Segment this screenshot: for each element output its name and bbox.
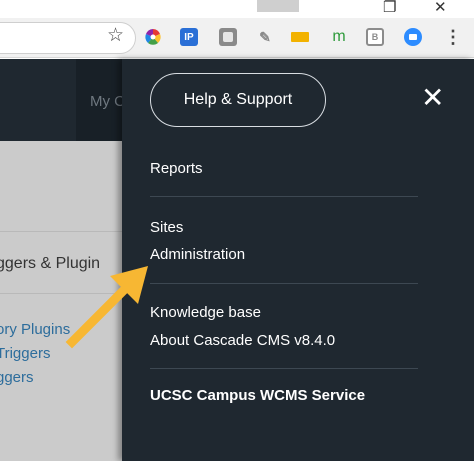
- pencil-icon[interactable]: ✎: [256, 28, 274, 46]
- m-icon[interactable]: m: [330, 28, 348, 46]
- menu-divider: [150, 196, 418, 197]
- nav-link-my-content[interactable]: My C: [90, 93, 125, 110]
- titlebar-tab-fragment[interactable]: [257, 0, 299, 12]
- menu-item-administration[interactable]: Administration: [150, 246, 245, 263]
- ip-icon[interactable]: IP: [180, 28, 198, 46]
- close-window-icon[interactable]: ✕: [434, 0, 447, 16]
- tile-icon[interactable]: [219, 28, 237, 46]
- section-heading: ggers & Plugin: [0, 255, 101, 272]
- tile-icon-inner: [223, 32, 233, 42]
- menu-divider: [150, 283, 418, 284]
- link-factory-plugins[interactable]: ory Plugins: [0, 321, 70, 338]
- color-wheel-icon[interactable]: [144, 28, 162, 46]
- menu-item-reports[interactable]: Reports: [150, 160, 203, 177]
- help-support-button[interactable]: Help & Support: [150, 73, 326, 127]
- window-titlebar: ❐ ✕: [0, 0, 474, 18]
- menu-item-sites[interactable]: Sites: [150, 219, 183, 236]
- link-triggers[interactable]: Triggers: [0, 345, 50, 362]
- menu-item-knowledge-base[interactable]: Knowledge base: [150, 304, 261, 321]
- ruler-icon[interactable]: [291, 32, 309, 42]
- bi-icon[interactable]: B: [366, 28, 384, 46]
- browser-menu-icon[interactable]: ⋮: [444, 27, 462, 47]
- browser-toolbar: ☆ IP ✎ m B ⋮: [0, 18, 474, 58]
- link-triggers-2[interactable]: ggers: [0, 369, 34, 386]
- restore-window-icon[interactable]: ❐: [383, 0, 396, 16]
- close-icon[interactable]: ✕: [421, 83, 444, 113]
- screenshot-root: ❐ ✕ ☆ IP ✎ m B ⋮ My C ggers & Plugin ory…: [0, 0, 474, 461]
- menu-item-ucsc-campus-wcms[interactable]: UCSC Campus WCMS Service: [150, 387, 365, 404]
- bookmark-star-icon[interactable]: ☆: [107, 24, 124, 46]
- menu-item-about-cascade[interactable]: About Cascade CMS v8.4.0: [150, 332, 335, 349]
- zoom-icon[interactable]: [404, 28, 422, 46]
- menu-divider: [150, 368, 418, 369]
- zoom-icon-camera: [409, 34, 417, 40]
- slideout-menu-panel: Help & Support ✕ Reports Sites Administr…: [122, 59, 474, 461]
